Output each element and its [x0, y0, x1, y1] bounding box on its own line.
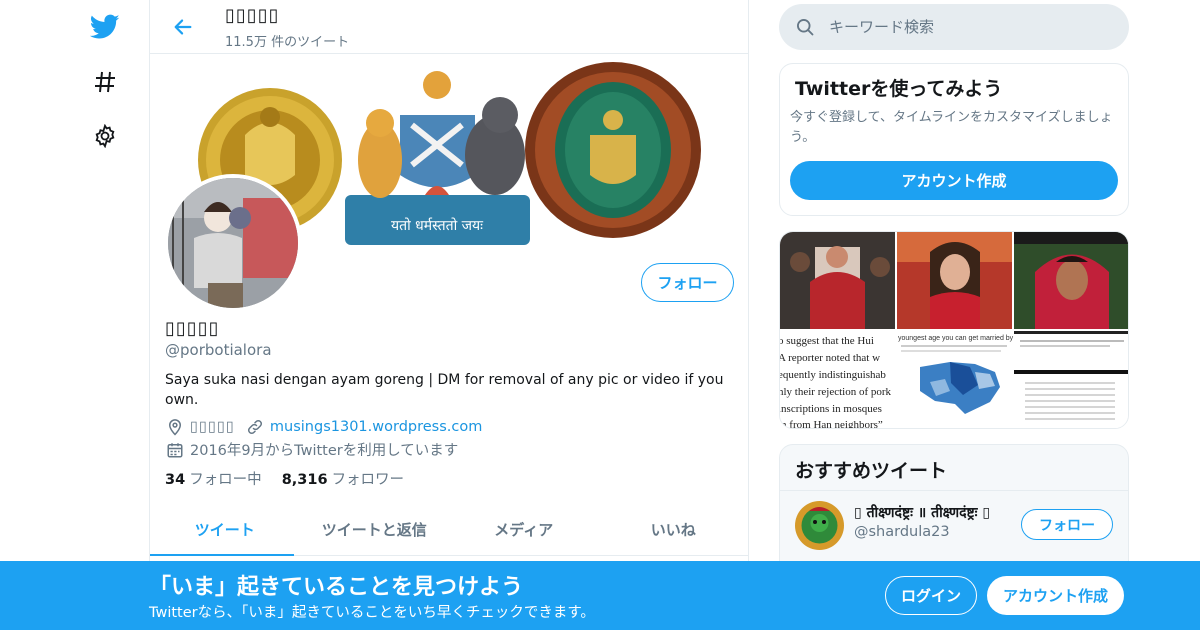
- left-nav-rail: [0, 0, 150, 630]
- search-input[interactable]: [829, 18, 1109, 36]
- signup-card: Twitterを使ってみよう 今すぐ登録して、タイムラインをカスタマイズしましょ…: [779, 63, 1129, 216]
- twitter-logo-icon[interactable]: [88, 10, 122, 44]
- profile-tabs: ツイート ツイートと返信 メディア いいね: [150, 504, 748, 556]
- following-label: フォロー中: [189, 472, 262, 488]
- link-icon: [245, 417, 265, 437]
- profile-header-bar: ▯▯▯▯▯ 11.5万 件のツイート: [150, 0, 748, 54]
- profile-joined-date: 2016年9月からTwitterを利用しています: [190, 443, 459, 459]
- profile-meta-joined: 2016年9月からTwitterを利用しています: [165, 439, 458, 460]
- recommended-follow-button[interactable]: フォロー: [1021, 509, 1113, 540]
- media-tile-3[interactable]: [1014, 232, 1129, 329]
- profile-meta-location-website: ▯▯▯▯▯ musings1301.wordpress.com: [165, 417, 482, 437]
- banner-motto: यतो धर्मस्ततो जयः: [391, 217, 484, 234]
- followers-stat[interactable]: 8,316 フォロワー: [282, 468, 404, 489]
- header-display-name: ▯▯▯▯▯: [225, 5, 280, 26]
- followers-label: フォロワー: [331, 472, 405, 488]
- media-grid-card: o suggest that the Hui A reporter noted …: [779, 231, 1129, 429]
- media-tile-6[interactable]: [1014, 331, 1129, 429]
- profile-column: ▯▯▯▯▯ 11.5万 件のツイート यतो धर्मस्ततो जयः フォロ…: [149, 0, 749, 630]
- media-tile-1[interactable]: [780, 232, 895, 329]
- following-stat[interactable]: 34 フォロー中: [165, 468, 262, 489]
- search-icon: [795, 17, 815, 37]
- back-arrow-icon[interactable]: [168, 12, 198, 42]
- location-pin-icon: [165, 417, 185, 437]
- profile-display-name: ▯▯▯▯▯: [165, 318, 220, 339]
- profile-bio: Saya suka nasi dengan ayam goreng | DM f…: [165, 372, 724, 408]
- prompt-subtitle: Twitterなら、「いま」起きていることをいち早くチェックできます。: [149, 605, 595, 621]
- recommended-user-name[interactable]: ▯ तीक्ष्णदंष्ट्रः ॥ तीक्ष्णदंष्ट्रः ▯: [854, 503, 1014, 522]
- tab-media[interactable]: メディア: [449, 504, 599, 555]
- prompt-title: 「いま」起きていることを見つけよう: [149, 575, 524, 600]
- create-account-button[interactable]: アカウント作成: [790, 161, 1118, 200]
- signup-card-description: 今すぐ登録して、タイムラインをカスタマイズしましょう。: [790, 110, 1113, 145]
- tab-tweets-and-replies[interactable]: ツイートと返信: [300, 504, 450, 555]
- divider: [780, 490, 1128, 491]
- profile-handle: @porbotialora: [165, 341, 272, 359]
- svg-text:youngest age you can get marri: youngest age you can get married by sta: [898, 335, 1025, 342]
- recommended-title: おすすめツイート: [795, 460, 948, 482]
- header-tweet-count: 11.5万 件のツイート: [225, 35, 350, 50]
- signup-button[interactable]: アカウント作成: [987, 576, 1124, 615]
- follow-button[interactable]: フォロー: [641, 263, 734, 302]
- hashtag-icon[interactable]: [88, 65, 122, 99]
- followers-count: 8,316: [281, 472, 328, 488]
- signup-prompt-bar: 「いま」起きていることを見つけよう Twitterなら、「いま」起きていることを…: [0, 561, 1200, 630]
- gear-icon[interactable]: [88, 119, 122, 153]
- recommended-user-avatar[interactable]: [795, 501, 844, 550]
- signup-card-title: Twitterを使ってみよう: [795, 78, 1003, 100]
- tab-likes[interactable]: いいね: [599, 504, 749, 555]
- media-tile-2[interactable]: [897, 232, 1012, 329]
- profile-stats: 34 フォロー中 8,316 フォロワー: [165, 468, 404, 489]
- profile-location: ▯▯▯▯▯: [190, 419, 235, 435]
- calendar-icon: [165, 440, 185, 460]
- search-box[interactable]: [779, 4, 1129, 50]
- following-count: 34: [165, 472, 186, 488]
- profile-avatar[interactable]: [164, 174, 302, 312]
- tab-tweets[interactable]: ツイート: [150, 504, 300, 556]
- media-tile-4[interactable]: o suggest that the Hui A reporter noted …: [780, 331, 895, 429]
- profile-website-link[interactable]: musings1301.wordpress.com: [270, 419, 482, 435]
- login-button[interactable]: ログイン: [885, 576, 977, 615]
- recommended-user-handle: @shardula23: [854, 524, 950, 540]
- media-tile-5[interactable]: youngest age you can get married by sta: [897, 331, 1025, 429]
